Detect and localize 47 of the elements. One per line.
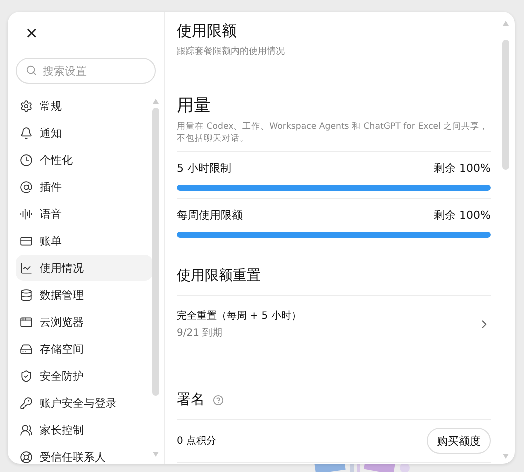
database-icon xyxy=(20,288,33,302)
lifebuoy-icon xyxy=(20,450,33,464)
settings-icon xyxy=(20,100,33,112)
sidebar-item[interactable]: 账单 xyxy=(16,228,153,254)
reset-label: 完全重置（每周 + 5 小时） xyxy=(177,310,302,323)
sidebar-item[interactable]: 存储空间 xyxy=(16,336,153,362)
shield-check-icon xyxy=(20,370,33,382)
meter-reading: 剩余 100% xyxy=(434,161,491,176)
section-description: 用量在 Codex、工作、Workspace Agents 和 ChatGPT for Excel 之间共享，不包括聊天对话。 xyxy=(177,121,490,145)
reset-row[interactable]: 完全重置（每周 + 5 小时） 9/21 到期 xyxy=(177,296,491,353)
meter-label: 5 小时限制 xyxy=(177,161,232,176)
meter-label: 每周使用限额 xyxy=(177,208,243,223)
sidebar-item[interactable]: 受信任联系人 xyxy=(16,444,153,464)
credit-card-icon xyxy=(20,234,33,248)
sidebar-item[interactable]: 安全防护 xyxy=(16,363,153,389)
sidebar-item[interactable]: 家长控制 xyxy=(16,417,153,443)
search-field[interactable]: 搜索设置 xyxy=(16,58,156,84)
meter-reading: 剩余 100% xyxy=(434,208,491,223)
search-icon xyxy=(26,65,37,76)
sidebar-item[interactable]: 账户安全与登录 xyxy=(16,390,153,416)
drive-icon xyxy=(20,342,33,356)
credit-balance: 0 点积分 xyxy=(177,434,217,448)
sidebar-item[interactable]: 云浏览器 xyxy=(16,309,153,335)
section-title: 用量 xyxy=(177,95,212,117)
sidebar-item[interactable]: 语音 xyxy=(16,201,153,227)
bell-icon xyxy=(20,126,33,140)
section-title: 使用限额重置 xyxy=(177,267,261,285)
page-subtitle: 跟踪套餐限额内的使用情况 xyxy=(177,46,286,58)
reset-date: 9/21 到期 xyxy=(177,326,224,340)
audio-lines-icon xyxy=(20,208,33,220)
sidebar-item[interactable]: 插件 xyxy=(16,174,153,200)
browser-window-icon xyxy=(20,316,33,328)
users-icon xyxy=(20,424,33,436)
page-title: 使用限额 xyxy=(177,22,238,41)
at-sign-icon xyxy=(20,180,33,194)
sidebar-item[interactable]: 通知 xyxy=(16,120,153,146)
clock-icon xyxy=(20,154,33,166)
close-button[interactable]: × xyxy=(21,24,43,44)
sidebar-item[interactable]: 常规 xyxy=(16,93,153,119)
sidebar-item[interactable]: 个性化 xyxy=(16,147,153,173)
chart-icon xyxy=(20,262,33,274)
buy-credits-button[interactable]: 购买额度 xyxy=(427,428,491,454)
sidebar-item[interactable]: 使用情况 xyxy=(16,255,153,281)
sidebar-item[interactable]: 数据管理 xyxy=(16,282,153,308)
key-icon xyxy=(20,396,33,410)
section-title: 署名 xyxy=(177,391,205,409)
help-icon[interactable] xyxy=(213,394,224,406)
